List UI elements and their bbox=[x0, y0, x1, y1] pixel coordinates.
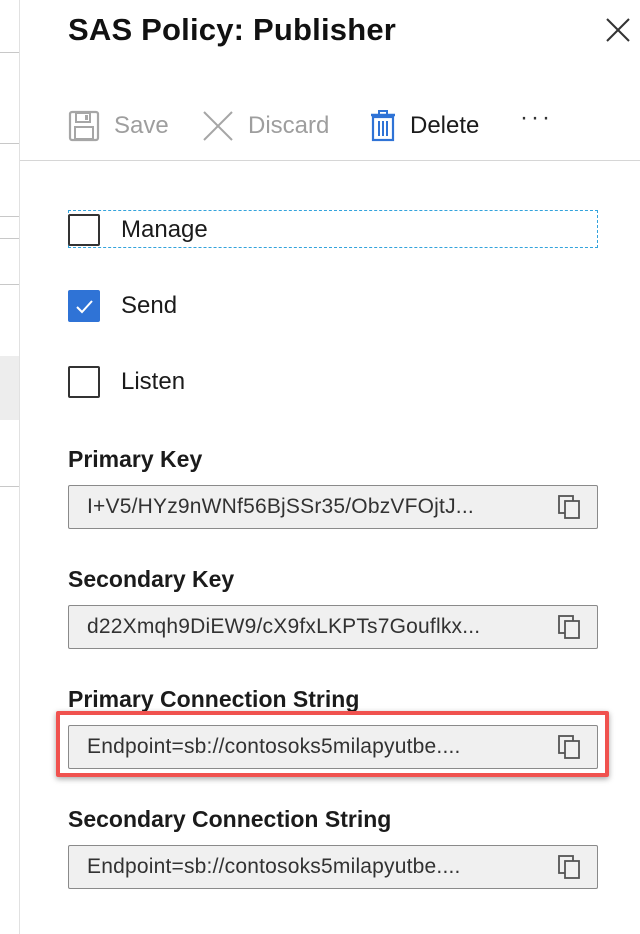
save-icon bbox=[68, 110, 100, 142]
close-button[interactable] bbox=[604, 16, 632, 44]
listen-checkbox[interactable]: Listen bbox=[68, 363, 185, 401]
secondary-connection-string-value[interactable]: Endpoint=sb://contosoks5milapyutbe.... bbox=[69, 855, 547, 879]
delete-button[interactable]: Delete bbox=[370, 106, 479, 146]
trash-icon bbox=[371, 110, 395, 142]
send-label: Send bbox=[121, 292, 178, 319]
highlight-annotation bbox=[56, 711, 609, 777]
background-blade-strip bbox=[0, 0, 20, 934]
manage-label: Manage bbox=[121, 216, 208, 243]
copy-icon[interactable] bbox=[557, 614, 583, 640]
divider bbox=[0, 52, 19, 53]
secondary-connection-string-field[interactable]: Endpoint=sb://contosoks5milapyutbe.... bbox=[68, 845, 598, 889]
copy-icon[interactable] bbox=[557, 854, 583, 880]
listen-checkbox-box[interactable] bbox=[68, 366, 100, 398]
copy-icon[interactable] bbox=[557, 494, 583, 520]
divider bbox=[0, 486, 19, 487]
primary-key-field[interactable]: I+V5/HYz9nWNf56BjSSr35/ObzVFOjtJ... bbox=[68, 485, 598, 529]
secondary-key-field[interactable]: d22Xmqh9DiEW9/cX9fxLKPTs7Gouflkx... bbox=[68, 605, 598, 649]
delete-label: Delete bbox=[410, 112, 480, 139]
manage-checkbox[interactable]: Manage bbox=[68, 211, 208, 249]
command-bar: Save Discard Delete ··· bbox=[20, 100, 640, 161]
checkmark-icon bbox=[76, 300, 93, 314]
divider bbox=[0, 143, 19, 144]
listen-label: Listen bbox=[121, 368, 186, 395]
secondary-key-label: Secondary Key bbox=[68, 566, 235, 592]
divider bbox=[0, 216, 19, 217]
send-checkbox-box[interactable] bbox=[68, 290, 100, 322]
discard-label: Discard bbox=[248, 112, 330, 139]
discard-button[interactable]: Discard bbox=[202, 106, 329, 146]
discard-icon bbox=[203, 111, 233, 141]
page-title: SAS Policy: Publisher bbox=[68, 12, 397, 47]
manage-checkbox-box[interactable] bbox=[68, 214, 100, 246]
selected-row-shade bbox=[0, 356, 19, 420]
divider bbox=[0, 238, 19, 239]
primary-connection-string-label: Primary Connection String bbox=[68, 686, 360, 712]
save-button[interactable]: Save bbox=[68, 106, 169, 146]
secondary-key-value[interactable]: d22Xmqh9DiEW9/cX9fxLKPTs7Gouflkx... bbox=[69, 615, 547, 639]
more-options-button[interactable]: ··· bbox=[520, 104, 553, 132]
close-icon bbox=[606, 18, 630, 42]
primary-key-label: Primary Key bbox=[68, 446, 203, 472]
save-label: Save bbox=[114, 112, 169, 139]
secondary-connection-string-label: Secondary Connection String bbox=[68, 806, 392, 832]
primary-key-value[interactable]: I+V5/HYz9nWNf56BjSSr35/ObzVFOjtJ... bbox=[69, 495, 547, 519]
sas-policy-blade: SAS Policy: Publisher Save Discard Delet… bbox=[20, 0, 640, 934]
divider bbox=[0, 284, 19, 285]
send-checkbox[interactable]: Send bbox=[68, 287, 177, 325]
